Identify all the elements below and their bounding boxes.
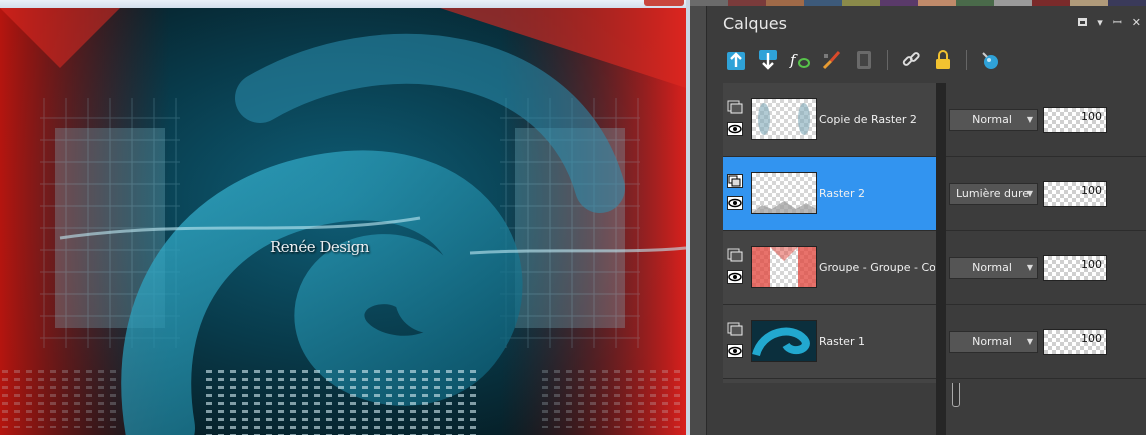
layer-controls: Lumière dure ▼ 100 <box>946 157 1146 231</box>
opacity-field[interactable]: 100 <box>1043 329 1107 355</box>
layers-dock: Calques ▾ ꟷ ✕ f Copie de Raster 2 Raster… <box>690 0 1146 435</box>
layer-controls: Normal ▼ 100 <box>946 305 1146 379</box>
layer-thumbnail <box>751 172 817 214</box>
layer-controls: Normal ▼ 100 <box>946 83 1146 157</box>
layers-list: Copie de Raster 2 Raster 2 Groupe - Grou… <box>723 83 1146 435</box>
paint-brush-icon[interactable] <box>821 49 843 71</box>
chevron-down-icon: ▼ <box>1026 337 1033 346</box>
eye-visibility-icon[interactable] <box>727 343 743 358</box>
opacity-field[interactable]: 100 <box>1043 255 1107 281</box>
canvas-artwork <box>0 8 686 435</box>
palette-title-controls: ▾ ꟷ ✕ <box>1078 16 1141 30</box>
layer-row-selected[interactable]: Raster 2 <box>723 157 936 231</box>
properties-icon[interactable] <box>979 49 1001 71</box>
new-vector-layer-icon[interactable] <box>757 49 779 71</box>
eye-visibility-icon[interactable] <box>727 269 743 284</box>
new-raster-layer-icon[interactable] <box>725 49 747 71</box>
chevron-down-icon: ▼ <box>1026 115 1033 124</box>
blend-mode-dropdown[interactable]: Lumière dure ▼ <box>949 183 1038 205</box>
opacity-field[interactable]: 100 <box>1043 181 1107 207</box>
layers-toolbar: f <box>725 49 1001 71</box>
mask-icon[interactable] <box>853 49 875 71</box>
chevron-down-icon: ▼ <box>1026 263 1033 272</box>
link-icon[interactable] <box>900 49 922 71</box>
toolbar-separator <box>966 50 967 70</box>
layer-thumbnail <box>751 320 817 362</box>
close-icon[interactable]: ✕ <box>1132 16 1141 30</box>
maximize-icon[interactable] <box>1078 18 1088 26</box>
document-titlebar[interactable] <box>0 0 686 8</box>
document-window: Renée Design <box>0 0 690 435</box>
svg-text:f: f <box>789 51 798 69</box>
blend-mode-dropdown[interactable]: Normal ▼ <box>949 331 1038 353</box>
layer-type-icon[interactable] <box>727 247 743 262</box>
close-window-button[interactable] <box>644 0 684 6</box>
layer-thumbnail <box>751 98 817 140</box>
watermark-text: Renée Design <box>270 238 370 256</box>
blend-mode-dropdown[interactable]: Normal ▼ <box>949 257 1038 279</box>
layer-name: Raster 2 <box>819 187 865 200</box>
layer-name: Copie de Raster 2 <box>819 113 917 126</box>
layer-row[interactable]: Raster 1 <box>723 305 936 379</box>
layers-palette: Calques ▾ ꟷ ✕ f Copie de Raster 2 Raster… <box>706 6 1146 435</box>
panel-splitter[interactable] <box>936 83 946 435</box>
opacity-field[interactable]: 100 <box>1043 107 1107 133</box>
layers-controls-column: Normal ▼ 100 Lumière dure ▼ 100 Normal ▼… <box>946 83 1146 383</box>
image-canvas[interactable]: Renée Design <box>0 8 686 435</box>
layer-row[interactable]: Groupe - Groupe - Copie <box>723 231 936 305</box>
eye-visibility-icon[interactable] <box>727 195 743 210</box>
palette-title: Calques <box>723 14 787 33</box>
layer-name: Raster 1 <box>819 335 865 348</box>
layer-controls: Normal ▼ 100 <box>946 231 1146 305</box>
layer-name: Groupe - Groupe - Copie <box>819 261 935 274</box>
toolbar-separator <box>887 50 888 70</box>
layer-row[interactable]: Copie de Raster 2 <box>723 83 936 157</box>
lock-icon[interactable] <box>932 49 954 71</box>
layers-names-column: Copie de Raster 2 Raster 2 Groupe - Grou… <box>723 83 936 383</box>
layer-type-icon[interactable] <box>727 321 743 336</box>
blend-mode-dropdown[interactable]: Normal ▼ <box>949 109 1038 131</box>
layer-thumbnail <box>751 246 817 288</box>
layer-type-icon[interactable] <box>727 99 743 114</box>
chevron-down-icon: ▼ <box>1026 189 1033 198</box>
eye-visibility-icon[interactable] <box>727 121 743 136</box>
pin-icon[interactable]: ꟷ <box>1113 16 1122 30</box>
dropdown-icon[interactable]: ▾ <box>1097 16 1103 30</box>
fx-effects-icon[interactable]: f <box>789 49 811 71</box>
layer-type-icon[interactable] <box>727 173 743 188</box>
